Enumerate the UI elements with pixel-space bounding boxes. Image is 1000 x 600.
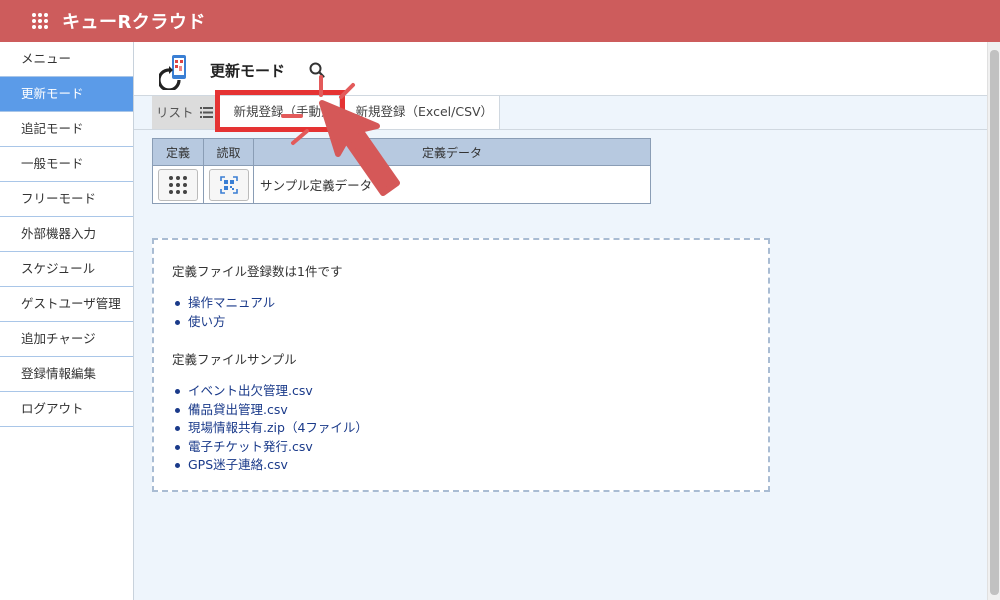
definition-count-text: 定義ファイル登録数は1件です [172, 264, 343, 279]
tab-bar: リスト 新規登録（手動） 新規登録（Excel/CSV） [152, 96, 500, 129]
definition-button[interactable] [158, 168, 198, 201]
top-bar: キューRクラウド [0, 0, 1000, 42]
sample-link-gps[interactable]: GPS迷子連絡.csv [172, 456, 750, 475]
sidebar-item-menu[interactable]: メニュー [0, 42, 133, 77]
definition-data-name[interactable]: サンプル定義データ [253, 165, 651, 204]
search-icon[interactable] [309, 62, 325, 78]
sidebar-item-schedule[interactable]: スケジュール [0, 252, 133, 287]
sample-heading: 定義ファイルサンプル [172, 352, 297, 367]
main-content: 更新モード リスト 新規登録（手動） 新規登録（Excel/CSV） 定義 読取… [134, 42, 987, 600]
read-button[interactable] [208, 168, 249, 201]
definition-cell [152, 165, 204, 204]
sample-link-ticket[interactable]: 電子チケット発行.csv [172, 438, 750, 457]
scrollbar[interactable] [987, 42, 1000, 600]
qr-scan-icon [219, 175, 238, 194]
grid-dots-icon [169, 175, 187, 194]
list-icon [199, 107, 213, 118]
sample-link-equipment[interactable]: 備品貸出管理.csv [172, 401, 750, 420]
sidebar-item-external-device[interactable]: 外部機器入力 [0, 217, 133, 252]
link-how-to-use[interactable]: 使い方 [172, 313, 750, 332]
page-header: 更新モード [134, 42, 987, 96]
app-title: キューRクラウド [62, 12, 206, 33]
phone-qr-refresh-icon [159, 55, 186, 90]
tabs-divider [134, 129, 987, 130]
help-links: 操作マニュアル 使い方 [172, 294, 750, 331]
sidebar-item-update-mode[interactable]: 更新モード [0, 77, 133, 112]
sidebar-item-append-mode[interactable]: 追記モード [0, 112, 133, 147]
header-definition: 定義 [152, 138, 204, 166]
page-title: 更新モード [210, 62, 286, 80]
info-panel: 定義ファイル登録数は1件です 操作マニュアル 使い方 定義ファイルサンプル イベ… [152, 238, 770, 492]
sidebar: メニュー 更新モード 追記モード 一般モード フリーモード 外部機器入力 スケジ… [0, 42, 134, 600]
tab-list-label: リスト [156, 104, 194, 120]
header-read: 読取 [203, 138, 254, 166]
sidebar-item-logout[interactable]: ログアウト [0, 392, 133, 427]
definition-table: 定義 読取 定義データ サンプル定義データ [152, 138, 651, 204]
tab-new-manual[interactable]: 新規登録（手動） [219, 96, 340, 129]
sidebar-item-general-mode[interactable]: 一般モード [0, 147, 133, 182]
sidebar-item-guest-users[interactable]: ゲストユーザ管理 [0, 287, 133, 322]
scrollbar-thumb[interactable] [990, 50, 999, 595]
sidebar-item-add-charge[interactable]: 追加チャージ [0, 322, 133, 357]
read-cell [203, 165, 254, 204]
app-grid-icon[interactable] [32, 13, 48, 29]
header-definition-data: 定義データ [253, 138, 651, 166]
tab-new-excel-csv[interactable]: 新規登録（Excel/CSV） [339, 96, 500, 129]
sample-links: イベント出欠管理.csv 備品貸出管理.csv 現場情報共有.zip（4ファイル… [172, 382, 750, 475]
sidebar-item-edit-registration[interactable]: 登録情報編集 [0, 357, 133, 392]
sidebar-item-free-mode[interactable]: フリーモード [0, 182, 133, 217]
sample-link-event[interactable]: イベント出欠管理.csv [172, 382, 750, 401]
tab-list[interactable]: リスト [152, 96, 220, 129]
link-manual[interactable]: 操作マニュアル [172, 294, 750, 313]
table-row: サンプル定義データ [152, 165, 651, 204]
sample-link-site-info[interactable]: 現場情報共有.zip（4ファイル） [172, 419, 750, 438]
